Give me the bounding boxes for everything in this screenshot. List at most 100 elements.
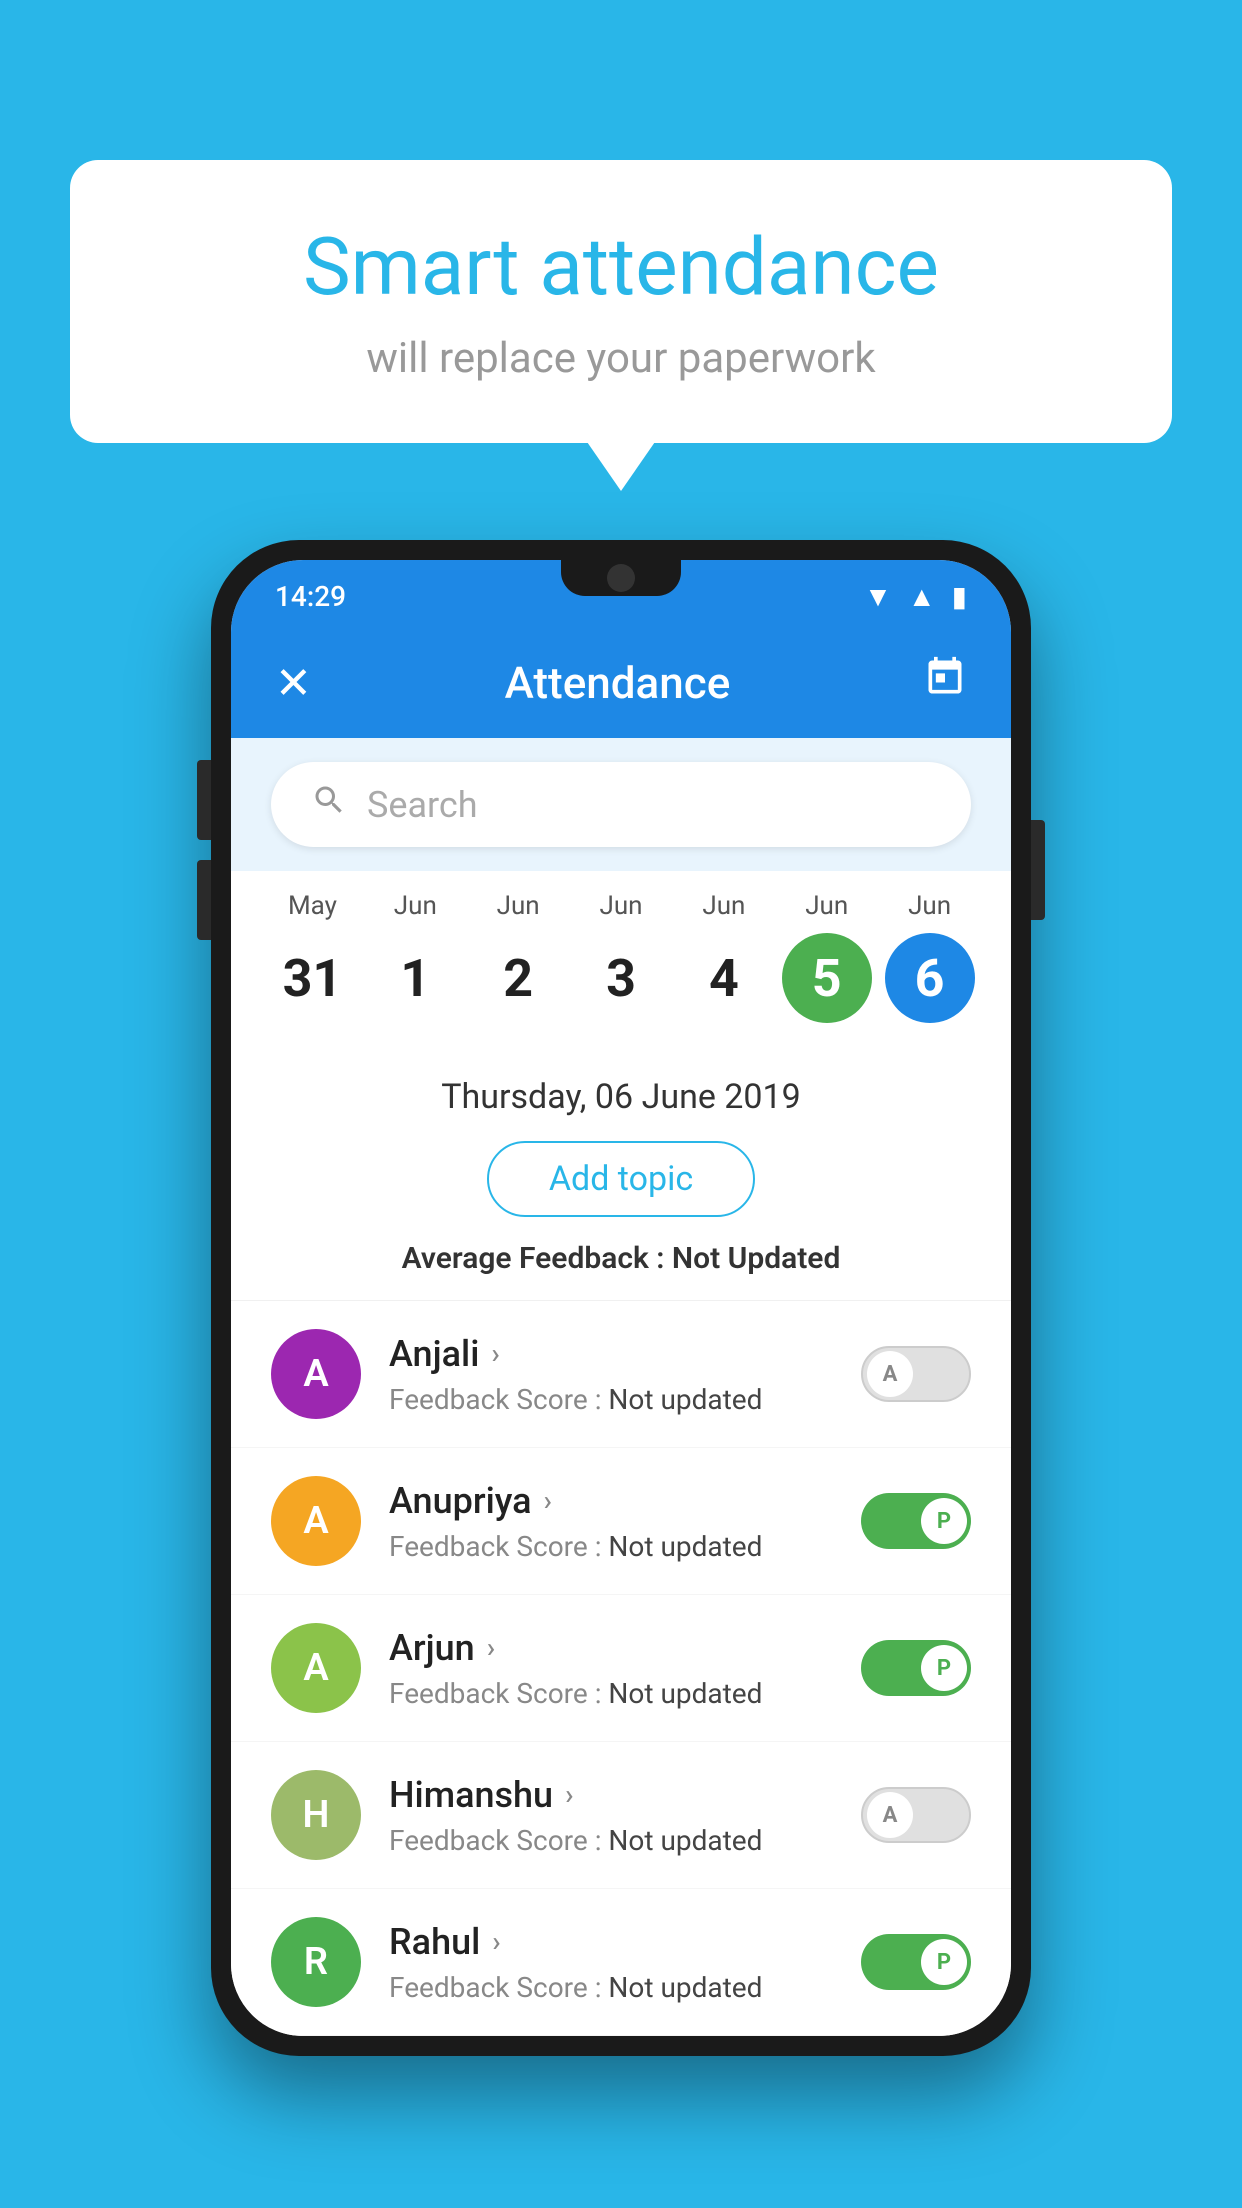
wifi-icon: ▼: [864, 580, 892, 613]
date-info: Thursday, 06 June 2019 Add topic Average…: [231, 1053, 1011, 1301]
student-item[interactable]: R Rahul › Feedback Score : Not updated P: [231, 1889, 1011, 2036]
calendar-month: Jun: [467, 891, 570, 921]
app-bar: ✕ Attendance: [231, 627, 1011, 738]
calendar-date[interactable]: 6: [885, 933, 975, 1023]
status-time: 14:29: [275, 580, 346, 613]
calendar-icon[interactable]: [923, 655, 967, 710]
chevron-right-icon: ›: [492, 1925, 500, 1958]
student-name: Himanshu ›: [389, 1774, 833, 1816]
feedback-score: Feedback Score : Not updated: [389, 1824, 833, 1857]
feedback-score: Feedback Score : Not updated: [389, 1383, 833, 1416]
search-input-placeholder[interactable]: Search: [367, 784, 478, 826]
toggle-thumb: P: [921, 1939, 967, 1985]
phone-notch: [561, 560, 681, 596]
attendance-toggle[interactable]: P: [861, 1640, 971, 1696]
calendar-day[interactable]: Jun 6: [878, 891, 981, 1023]
calendar-day[interactable]: Jun 2: [467, 891, 570, 1023]
chevron-right-icon: ›: [491, 1337, 499, 1370]
student-info: Rahul › Feedback Score : Not updated: [389, 1921, 833, 2004]
search-bar[interactable]: Search: [271, 762, 971, 847]
student-name: Anupriya ›: [389, 1480, 833, 1522]
attendance-toggle[interactable]: A: [861, 1346, 971, 1402]
calendar-day[interactable]: May 31: [261, 891, 364, 1023]
toggle-switch[interactable]: P: [861, 1640, 971, 1696]
search-container: Search: [231, 738, 1011, 871]
calendar-day[interactable]: Jun 3: [570, 891, 673, 1023]
avg-feedback-label: Average Feedback :: [402, 1241, 672, 1276]
calendar-date[interactable]: 4: [679, 933, 769, 1023]
calendar-date[interactable]: 5: [782, 933, 872, 1023]
toggle-thumb: P: [921, 1645, 967, 1691]
signal-icon: ▲: [908, 580, 936, 613]
calendar-month: Jun: [364, 891, 467, 921]
feedback-score: Feedback Score : Not updated: [389, 1971, 833, 2004]
student-name: Arjun ›: [389, 1627, 833, 1669]
student-info: Arjun › Feedback Score : Not updated: [389, 1627, 833, 1710]
student-name: Rahul ›: [389, 1921, 833, 1963]
phone-outer: 14:29 ▼ ▲ ▮ ✕ Attendance: [211, 540, 1031, 2056]
chevron-right-icon: ›: [565, 1778, 573, 1811]
avatar: R: [271, 1917, 361, 2007]
speech-bubble: Smart attendance will replace your paper…: [70, 160, 1172, 443]
calendar-month: Jun: [878, 891, 981, 921]
close-button[interactable]: ✕: [275, 657, 312, 709]
avatar: A: [271, 1329, 361, 1419]
toggle-thumb: P: [921, 1498, 967, 1544]
chevron-right-icon: ›: [544, 1484, 552, 1517]
student-info: Anupriya › Feedback Score : Not updated: [389, 1480, 833, 1563]
front-camera: [607, 564, 635, 592]
volume-down-button: [197, 860, 211, 940]
student-info: Himanshu › Feedback Score : Not updated: [389, 1774, 833, 1857]
toggle-switch[interactable]: P: [861, 1934, 971, 1990]
attendance-toggle[interactable]: P: [861, 1493, 971, 1549]
calendar-strip: May31Jun1Jun2Jun3Jun4Jun5Jun6: [231, 871, 1011, 1053]
toggle-switch[interactable]: A: [861, 1787, 971, 1843]
calendar-month: May: [261, 891, 364, 921]
selected-date-label: Thursday, 06 June 2019: [271, 1077, 971, 1117]
avatar: H: [271, 1770, 361, 1860]
student-item[interactable]: A Anjali › Feedback Score : Not updated A: [231, 1301, 1011, 1448]
calendar-month: Jun: [672, 891, 775, 921]
chevron-right-icon: ›: [487, 1631, 495, 1664]
attendance-toggle[interactable]: P: [861, 1934, 971, 1990]
calendar-date[interactable]: 2: [473, 933, 563, 1023]
speech-bubble-subtitle: will replace your paperwork: [150, 334, 1092, 383]
calendar-month: Jun: [570, 891, 673, 921]
calendar-date[interactable]: 31: [267, 933, 357, 1023]
student-info: Anjali › Feedback Score : Not updated: [389, 1333, 833, 1416]
toggle-thumb: A: [867, 1792, 913, 1838]
calendar-month: Jun: [775, 891, 878, 921]
calendar-day[interactable]: Jun 4: [672, 891, 775, 1023]
toggle-thumb: A: [867, 1351, 913, 1397]
speech-bubble-title: Smart attendance: [150, 220, 1092, 314]
avatar: A: [271, 1476, 361, 1566]
student-item[interactable]: A Arjun › Feedback Score : Not updated P: [231, 1595, 1011, 1742]
calendar-day[interactable]: Jun 5: [775, 891, 878, 1023]
calendar-row: May31Jun1Jun2Jun3Jun4Jun5Jun6: [261, 891, 981, 1023]
feedback-score: Feedback Score : Not updated: [389, 1530, 833, 1563]
calendar-date[interactable]: 1: [370, 933, 460, 1023]
power-button: [1031, 820, 1045, 920]
app-bar-title: Attendance: [505, 657, 731, 709]
attendance-toggle[interactable]: A: [861, 1787, 971, 1843]
calendar-day[interactable]: Jun 1: [364, 891, 467, 1023]
toggle-switch[interactable]: A: [861, 1346, 971, 1402]
search-icon: [311, 782, 347, 827]
avg-feedback-value: Not Updated: [672, 1241, 840, 1276]
toggle-switch[interactable]: P: [861, 1493, 971, 1549]
volume-up-button: [197, 760, 211, 840]
avatar: A: [271, 1623, 361, 1713]
student-list: AAnjali ›Feedback Score : Not updatedAAA…: [231, 1301, 1011, 2036]
feedback-score: Feedback Score : Not updated: [389, 1677, 833, 1710]
student-name: Anjali ›: [389, 1333, 833, 1375]
calendar-date[interactable]: 3: [576, 933, 666, 1023]
phone-screen: 14:29 ▼ ▲ ▮ ✕ Attendance: [231, 560, 1011, 2036]
add-topic-button[interactable]: Add topic: [487, 1141, 755, 1217]
status-icons: ▼ ▲ ▮: [864, 580, 967, 613]
student-item[interactable]: A Anupriya › Feedback Score : Not updated P: [231, 1448, 1011, 1595]
speech-bubble-container: Smart attendance will replace your paper…: [70, 160, 1172, 443]
student-item[interactable]: H Himanshu › Feedback Score : Not updated A: [231, 1742, 1011, 1889]
battery-icon: ▮: [952, 580, 967, 613]
avg-feedback: Average Feedback : Not Updated: [271, 1241, 971, 1276]
phone-wrapper: 14:29 ▼ ▲ ▮ ✕ Attendance: [211, 540, 1031, 2056]
